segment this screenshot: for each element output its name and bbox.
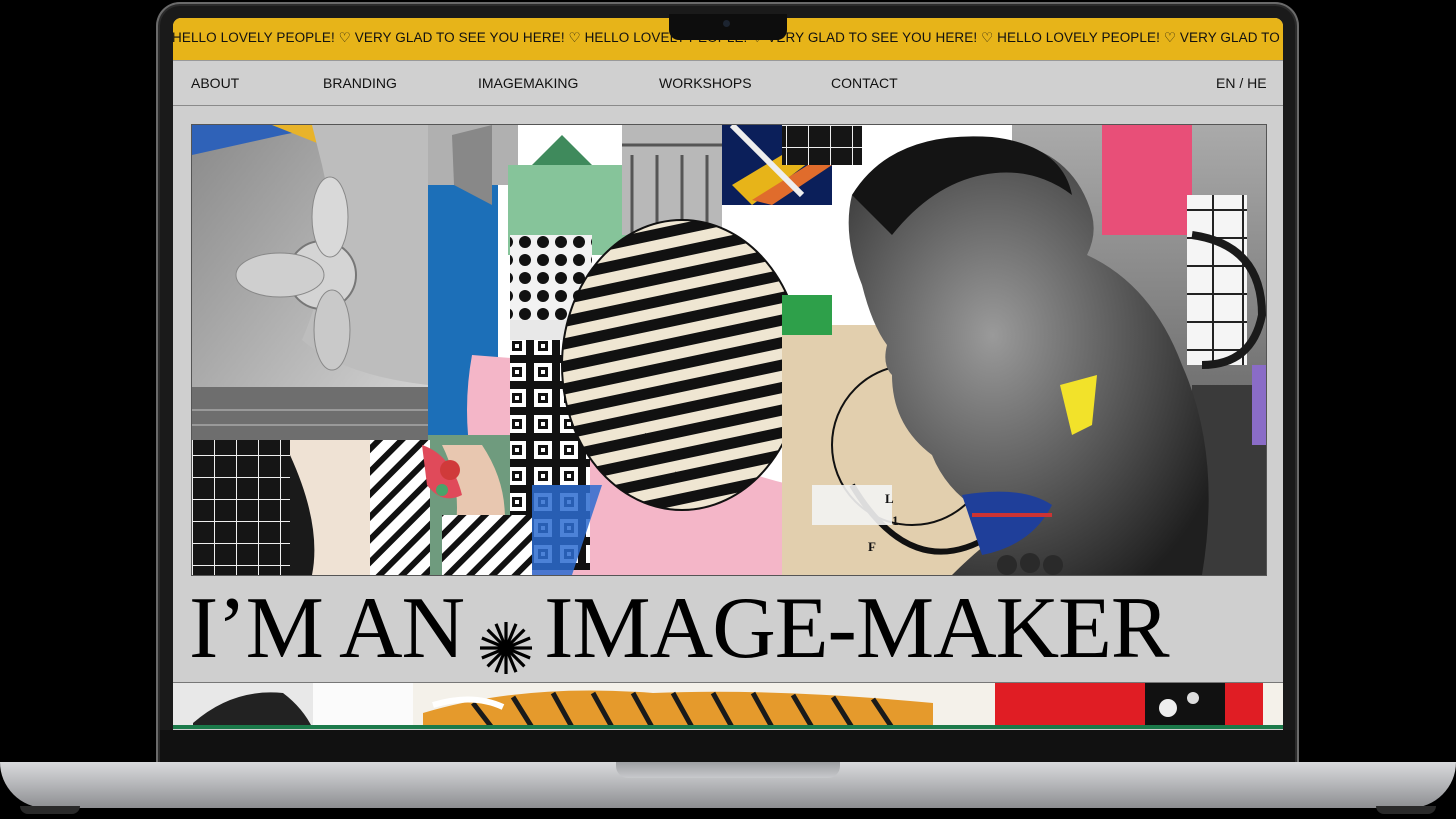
laptop-bezel — [160, 730, 1295, 762]
hero-collage-image: L 1 F — [191, 124, 1267, 576]
laptop-opening-notch — [616, 762, 840, 778]
collage-letter-1: 1 — [892, 513, 899, 528]
collage-letter-l: L — [885, 491, 894, 506]
nav-about[interactable]: ABOUT — [191, 75, 239, 91]
nav-workshops[interactable]: WORKSHOPS — [659, 75, 752, 91]
next-section-collage-preview — [173, 682, 1283, 729]
collage-artwork: L 1 F — [192, 125, 1266, 575]
laptop-foot-right — [1376, 806, 1436, 814]
nav-imagemaking[interactable]: IMAGEMAKING — [478, 75, 578, 91]
laptop-foot-left — [20, 806, 80, 814]
nav-branding[interactable]: BRANDING — [323, 75, 397, 91]
page-headline: I’M AN IMAGE-MAKER — [189, 584, 1269, 674]
collage-letter-f: F — [868, 539, 876, 554]
nav-contact[interactable]: CONTACT — [831, 75, 898, 91]
headline-part-1: I’M AN — [189, 580, 465, 677]
main-navigation: ABOUT BRANDING IMAGEMAKING WORKSHOPS CON… — [173, 60, 1283, 106]
language-switcher[interactable]: EN / HE — [1216, 75, 1267, 91]
sunburst-icon — [478, 603, 534, 674]
headline-part-2: IMAGE-MAKER — [544, 580, 1170, 677]
camera-notch — [669, 14, 787, 40]
browser-viewport: HELLO LOVELY PEOPLE! ♡ VERY GLAD TO SEE … — [173, 18, 1283, 730]
